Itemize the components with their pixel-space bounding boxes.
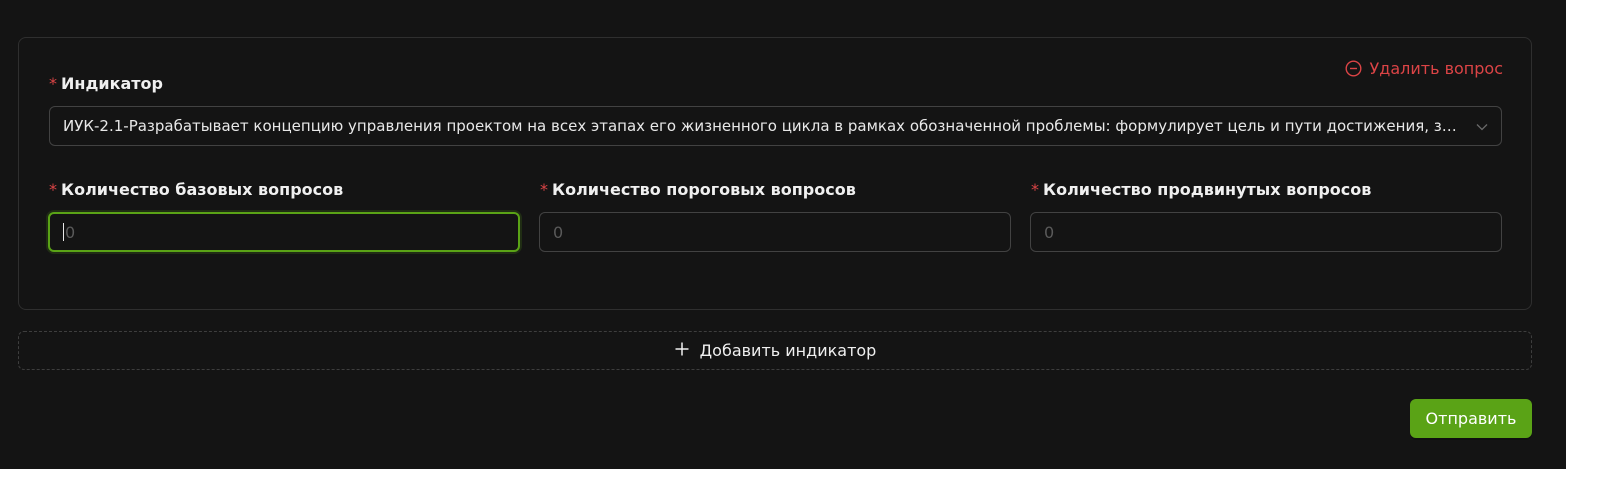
basic-questions-input[interactable]: 0 — [48, 212, 520, 252]
required-mark: * — [49, 74, 57, 93]
threshold-questions-label-text: Количество пороговых вопросов — [552, 180, 856, 199]
delete-question-button[interactable]: Удалить вопрос — [1344, 59, 1504, 78]
basic-questions-label: * Количество базовых вопросов — [49, 180, 343, 199]
indicator-label-text: Индикатор — [61, 74, 163, 93]
required-mark: * — [49, 180, 57, 199]
threshold-questions-placeholder: 0 — [553, 222, 564, 242]
basic-questions-placeholder: 0 — [65, 222, 76, 242]
page-edge-bottom — [0, 469, 1566, 479]
minus-circle-icon — [1344, 60, 1362, 77]
chevron-down-icon — [1475, 119, 1489, 138]
indicator-select-value: ИУК-2.1-Разрабатывает концепцию управлен… — [63, 117, 1461, 135]
delete-question-label: Удалить вопрос — [1369, 59, 1504, 78]
page: * Индикатор Удалить вопрос ИУК-2.1-Разраб… — [0, 0, 1600, 479]
basic-questions-label-text: Количество базовых вопросов — [61, 180, 344, 199]
page-edge-right — [1566, 0, 1600, 479]
advanced-questions-placeholder: 0 — [1044, 222, 1055, 242]
advanced-questions-label-text: Количество продвинутых вопросов — [1043, 180, 1372, 199]
threshold-questions-label: * Количество пороговых вопросов — [540, 180, 856, 199]
required-mark: * — [1031, 180, 1039, 199]
plus-icon — [674, 341, 690, 361]
text-caret — [63, 223, 64, 241]
threshold-questions-input[interactable]: 0 — [539, 212, 1011, 252]
required-mark: * — [540, 180, 548, 199]
indicator-card: * Индикатор Удалить вопрос ИУК-2.1-Разраб… — [18, 37, 1532, 310]
submit-button[interactable]: Отправить — [1410, 399, 1532, 438]
indicator-select[interactable]: ИУК-2.1-Разрабатывает концепцию управлен… — [49, 106, 1502, 146]
indicator-label: * Индикатор — [49, 74, 163, 93]
advanced-questions-label: * Количество продвинутых вопросов — [1031, 180, 1371, 199]
add-indicator-label: Добавить индикатор — [699, 341, 877, 360]
advanced-questions-input[interactable]: 0 — [1030, 212, 1502, 252]
add-indicator-button[interactable]: Добавить индикатор — [18, 331, 1532, 370]
